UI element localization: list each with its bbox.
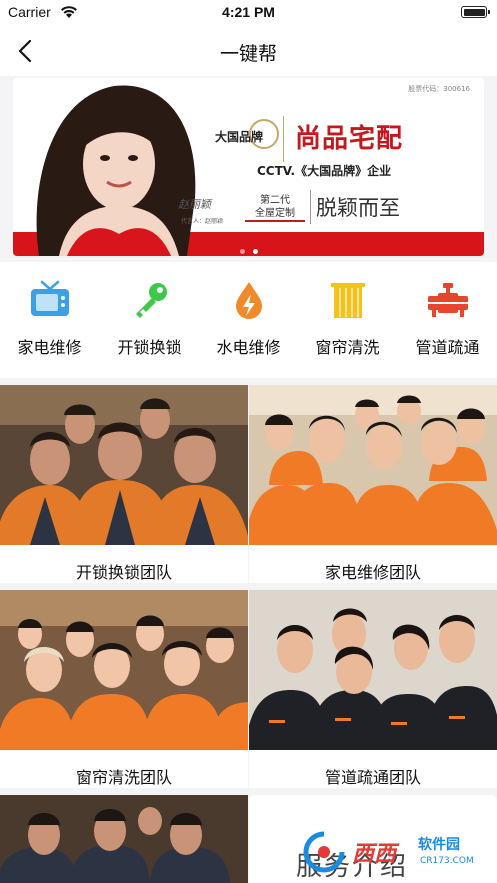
stock-code: 股票代码：300616: [408, 85, 470, 93]
pipe-icon: [427, 283, 468, 317]
navigation-bar: 一键帮: [0, 26, 497, 76]
signature: 赵丽颖: [178, 198, 211, 211]
signature-caption: 代言人：赵丽颖: [181, 218, 224, 225]
service-appliance-repair[interactable]: 家电维修: [0, 280, 99, 372]
page-title: 一键帮: [219, 43, 277, 65]
team-photo: [0, 795, 248, 883]
team-card-pipe[interactable]: 管道疏通团队: [249, 590, 497, 788]
team-photo: [0, 590, 248, 750]
banner-dot[interactable]: [239, 249, 245, 254]
banner-headline: 尚品宅配: [295, 124, 404, 154]
team-label: 管道疏通团队: [324, 768, 421, 787]
banner-cctv-line: CCTV.《大国品牌》企业: [257, 164, 392, 178]
curtain-icon: [330, 283, 365, 318]
battery-icon: [461, 6, 490, 18]
banner-page-indicator[interactable]: [0, 239, 497, 258]
promo-banner[interactable]: 股票代码：300616 大国品牌 尚品宅配 CCTV.《大国品牌》企业 赵丽颖 …: [13, 78, 484, 256]
service-grid: 家电维修 开锁换锁 水电维修 窗帘清洗 管道疏通: [0, 262, 497, 378]
team-photo: [0, 385, 248, 545]
team-card-curtain[interactable]: 窗帘清洗团队: [0, 590, 248, 788]
team-label: 窗帘清洗团队: [75, 768, 172, 787]
team-card-appliance[interactable]: 家电维修团队: [249, 385, 497, 583]
spokesperson-image: [36, 85, 196, 256]
banner-slogan: 脱颖而至: [316, 196, 400, 220]
team-photo: [249, 590, 497, 750]
team-card-partial[interactable]: [0, 795, 248, 883]
team-label: 家电维修团队: [324, 563, 421, 582]
key-icon: [135, 283, 167, 318]
service-lock-change[interactable]: 开锁换锁: [100, 280, 199, 372]
team-photo: [249, 385, 497, 545]
status-bar: Carrier 4:21 PM: [0, 0, 497, 26]
site-watermark: 西西 软件园 CR173.COM: [300, 830, 490, 878]
service-water-electric[interactable]: 水电维修: [199, 280, 298, 372]
service-pipe-unclog[interactable]: 管道疏通: [398, 280, 497, 372]
water-electric-icon: [235, 282, 262, 319]
tv-icon: [30, 280, 69, 316]
team-label: 开锁换锁团队: [75, 563, 172, 582]
service-curtain-cleaning[interactable]: 窗帘清洗: [298, 280, 397, 372]
banner-sub-text: 第二代 全屋定制: [255, 195, 295, 219]
banner-dot-active[interactable]: [252, 249, 258, 254]
clock: 4:21 PM: [222, 4, 275, 20]
brand-logo: 大国品牌: [196, 118, 282, 160]
watermark-logo-icon: [303, 831, 345, 873]
team-card-lock[interactable]: 开锁换锁团队: [0, 385, 248, 583]
